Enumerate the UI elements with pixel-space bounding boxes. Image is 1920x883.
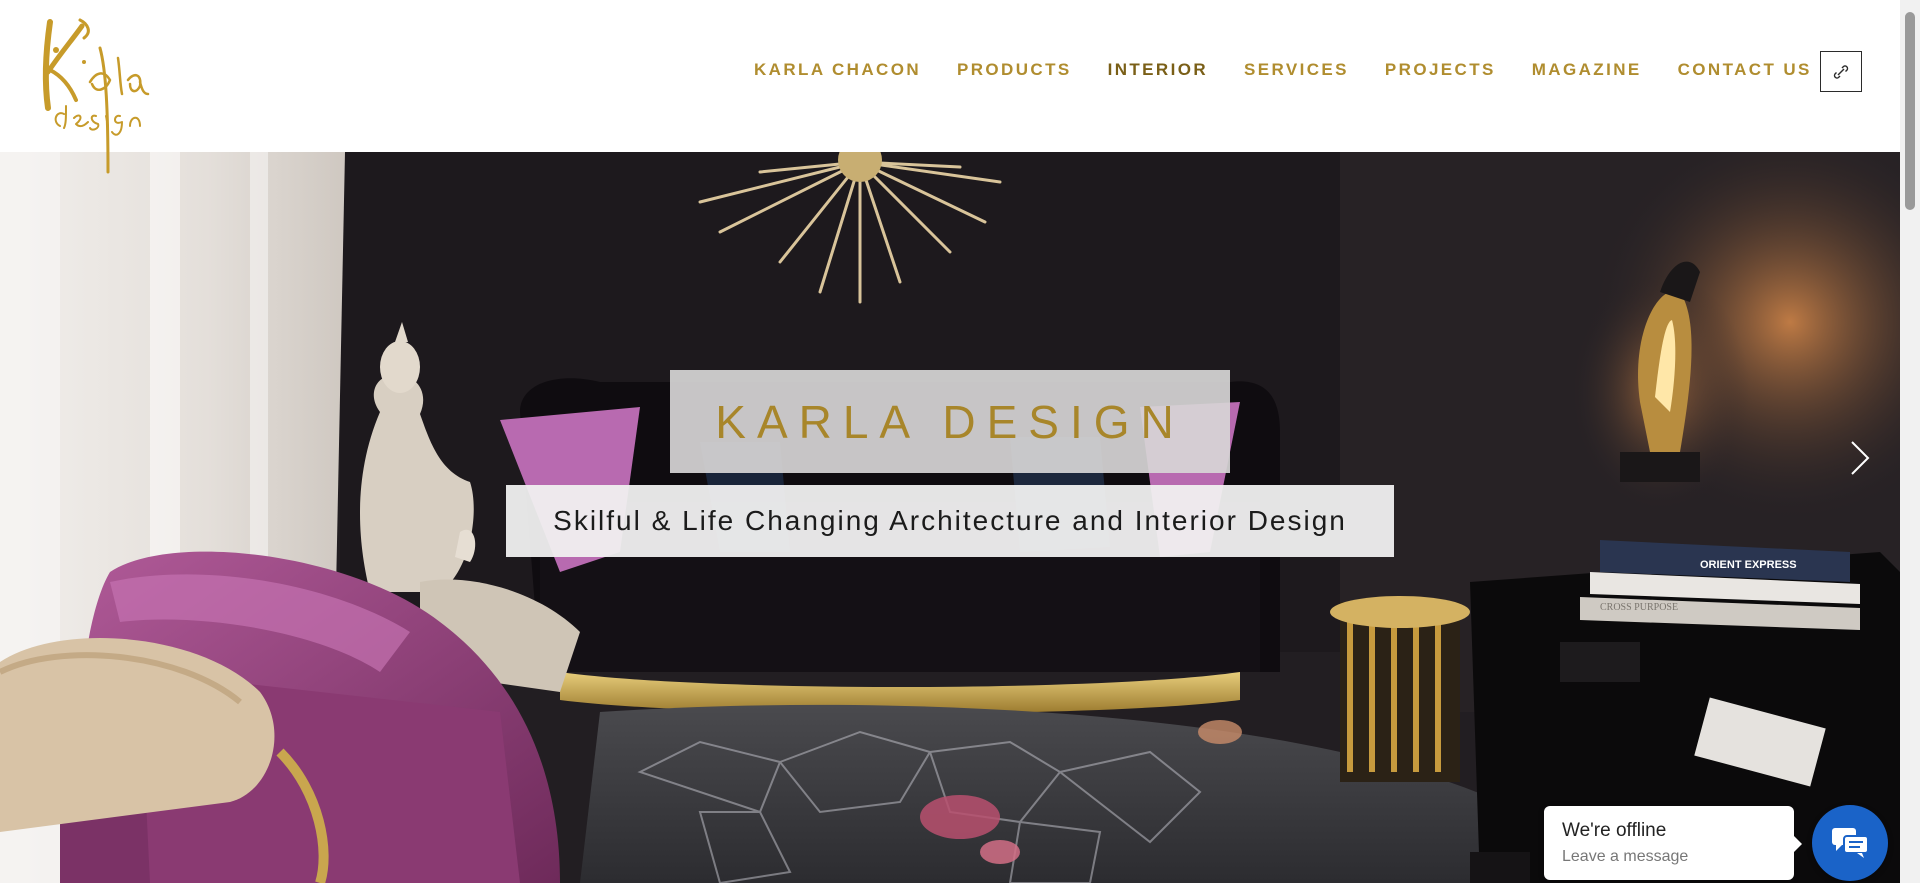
slider-next-button[interactable] xyxy=(1848,438,1874,478)
nav-item-contact-us[interactable]: CONTACT US xyxy=(1678,60,1812,80)
main-nav: KARLA CHACON PRODUCTS INTERIOR SERVICES … xyxy=(754,60,1848,80)
link-button[interactable] xyxy=(1820,51,1862,92)
logo-mark xyxy=(42,18,150,174)
hero-subtitle-box: Skilful & Life Changing Architecture and… xyxy=(506,485,1394,557)
nav-item-products[interactable]: PRODUCTS xyxy=(957,60,1072,80)
chat-hint: Leave a message xyxy=(1562,848,1689,865)
nav-item-projects[interactable]: PROJECTS xyxy=(1385,60,1496,80)
scrollbar-thumb[interactable] xyxy=(1905,12,1915,210)
book-title-cross-purpose: CROSS PURPOSE xyxy=(1600,602,1678,613)
nav-item-magazine[interactable]: MAGAZINE xyxy=(1532,60,1642,80)
chat-launcher-button[interactable] xyxy=(1812,805,1888,881)
hero-slider: ORIENT EXPRESS CROSS PURPOSE KARLA DESIG… xyxy=(0,152,1900,883)
hero-subtitle: Skilful & Life Changing Architecture and… xyxy=(553,505,1347,536)
brand-logo[interactable] xyxy=(36,10,156,180)
hero-title: KARLA DESIGN xyxy=(715,395,1185,448)
chat-status: We're offline xyxy=(1562,820,1667,841)
hero-title-box: KARLA DESIGN xyxy=(670,370,1230,473)
chevron-right-icon xyxy=(1851,441,1870,475)
nav-item-interior[interactable]: INTERIOR xyxy=(1108,60,1208,80)
link-icon xyxy=(1833,64,1849,79)
site-header: KARLA CHACON PRODUCTS INTERIOR SERVICES … xyxy=(0,0,1900,152)
chat-offline-bubble[interactable]: We're offline Leave a message xyxy=(1544,806,1802,880)
chat-icon xyxy=(1832,828,1869,858)
nav-item-services[interactable]: SERVICES xyxy=(1244,60,1349,80)
page-scrollbar[interactable] xyxy=(1900,0,1920,883)
nav-item-karla-chacon[interactable]: KARLA CHACON xyxy=(754,60,921,80)
book-title-orient-express: ORIENT EXPRESS xyxy=(1700,559,1797,571)
